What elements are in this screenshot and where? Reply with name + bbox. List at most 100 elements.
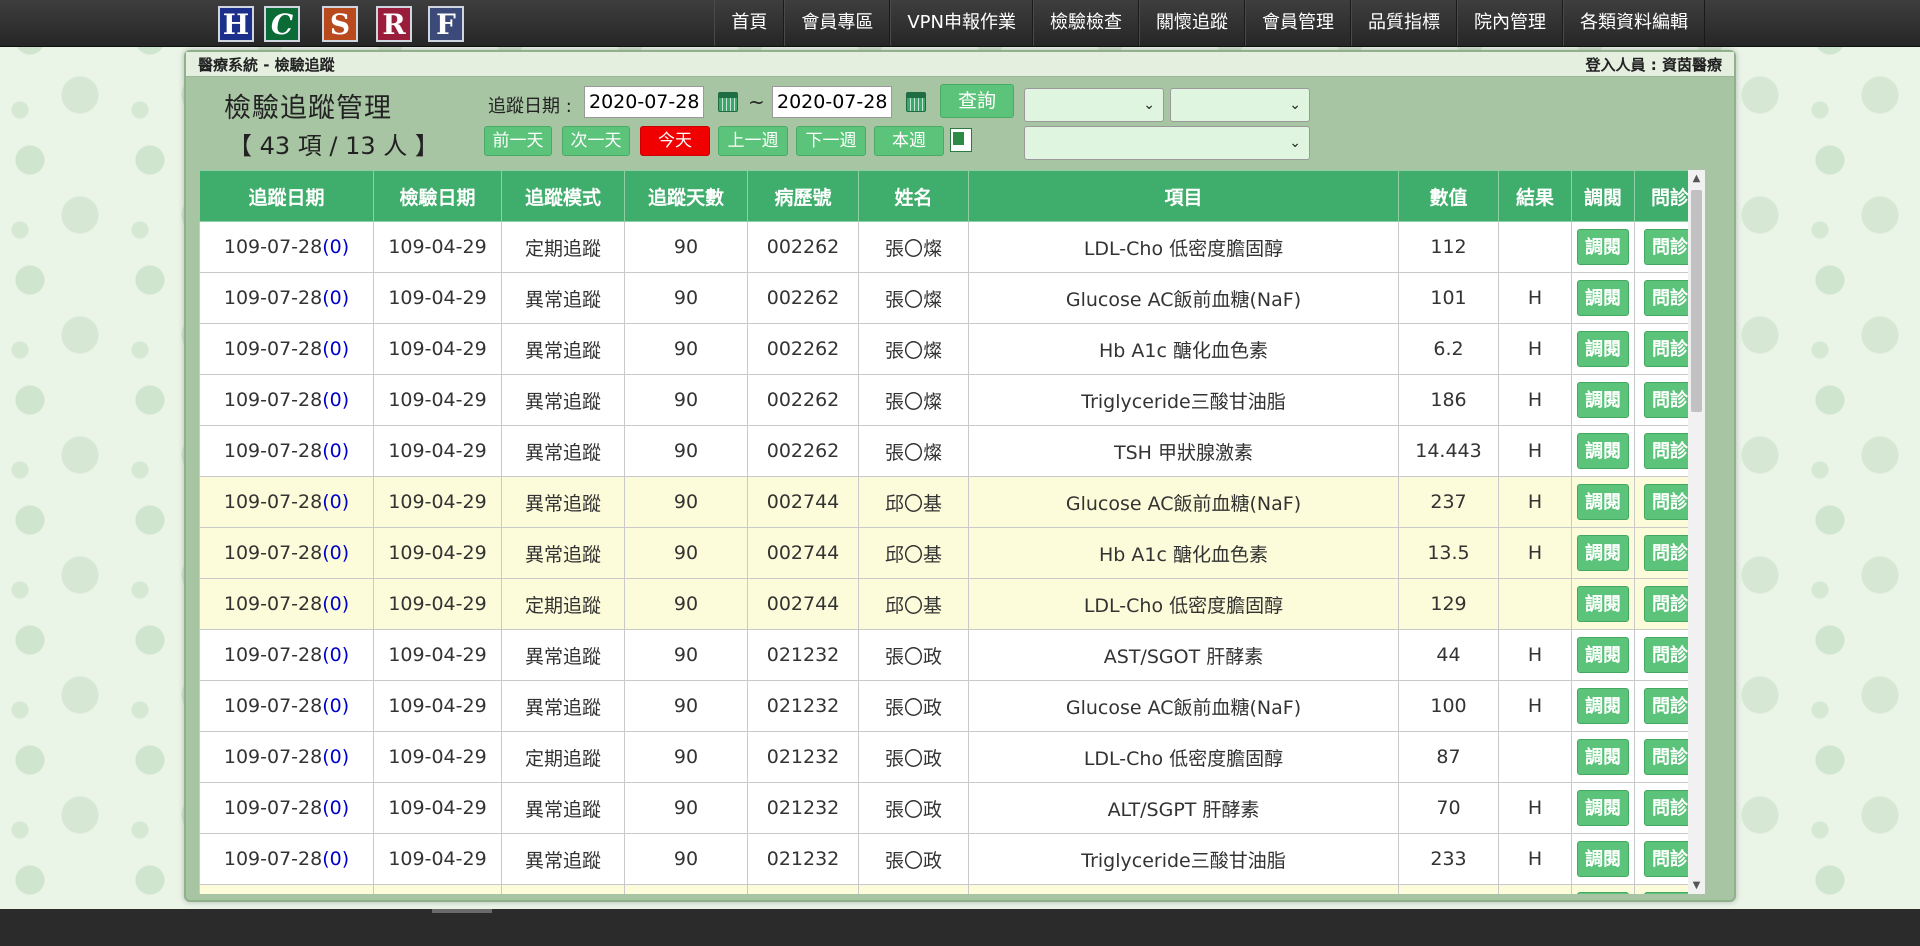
cell-name: 張〇燦	[858, 272, 969, 324]
nav-hospital-management[interactable]: 院內管理	[1457, 0, 1563, 46]
track-count-link[interactable]: (0)	[322, 542, 349, 564]
view-button[interactable]: 調閱	[1577, 586, 1629, 622]
table-row[interactable]: 109-07-28(0) 109-04-29 異常追蹤 90 002744 邱〇基 Hb A…	[199, 527, 1705, 579]
view-button[interactable]: 調閱	[1577, 688, 1629, 724]
excel-export-icon[interactable]	[950, 128, 972, 152]
next-day-button[interactable]: 次一天	[562, 126, 630, 156]
col-item[interactable]: 項目	[968, 170, 1399, 222]
table-row[interactable]: 109-07-28(0) 109-04-29 異常追蹤 90 021232 張〇政 Gluc…	[199, 680, 1705, 732]
logo-c[interactable]: C	[264, 6, 300, 42]
logo-f[interactable]: F	[428, 6, 464, 42]
view-button[interactable]: 調閱	[1577, 739, 1629, 775]
nav-member-area[interactable]: 會員專區	[784, 0, 891, 46]
table-row[interactable]: 109-07-28(0) 109-04-29 異常追蹤 90 021232 張〇政 AST/…	[199, 629, 1705, 681]
start-date-input[interactable]	[584, 86, 704, 118]
nav-care-tracking[interactable]: 關懷追蹤	[1139, 0, 1245, 46]
track-count-link[interactable]: (0)	[322, 797, 349, 819]
table-row[interactable]: 109-07-28(0) 109-04-29 異常追蹤 90 002262 張〇燦 Hb A…	[199, 323, 1705, 375]
cell-name: 張〇政	[858, 782, 969, 834]
col-test-date[interactable]: 檢驗日期	[373, 170, 502, 222]
table-scrollbar[interactable]: ▲ ▼	[1688, 170, 1705, 894]
table-row[interactable]: 109-07-28(0) 109-04-29 異常追蹤 90 002262 張〇燦 Gluc…	[199, 272, 1705, 324]
track-count-link[interactable]: (0)	[322, 593, 349, 615]
view-button[interactable]: 調閱	[1577, 229, 1629, 265]
this-week-button[interactable]: 本週	[874, 126, 944, 156]
nav-vpn-report[interactable]: VPN申報作業	[890, 0, 1033, 46]
logo-h[interactable]: H	[218, 6, 254, 42]
prev-day-button[interactable]: 前一天	[484, 126, 552, 156]
logo-r[interactable]: R	[376, 6, 412, 42]
cell-track-date: 109-07-28(0)	[199, 731, 374, 783]
query-button[interactable]: 查詢	[940, 84, 1014, 118]
end-calendar-icon[interactable]	[906, 92, 926, 112]
table-row[interactable]: 109-07-28(0) 109-04-29 異常追蹤 90 021232 張〇政 ALT/…	[199, 782, 1705, 834]
chevron-down-icon: ⌄	[1289, 135, 1301, 151]
view-button[interactable]: 調閱	[1577, 331, 1629, 367]
table-row[interactable]: 109-07-28(0)109-04-29異常追蹤90021435江〇瑞Trig…	[199, 884, 1705, 894]
track-count-link[interactable]: (0)	[322, 287, 349, 309]
last-week-button[interactable]: 上一週	[718, 126, 788, 156]
track-count-link[interactable]: (0)	[322, 746, 349, 768]
view-button[interactable]: 調閱	[1577, 637, 1629, 673]
track-count-link[interactable]: (0)	[322, 338, 349, 360]
track-count-link[interactable]: (0)	[322, 644, 349, 666]
start-calendar-icon[interactable]	[718, 92, 738, 112]
track-count-link[interactable]: (0)	[322, 848, 349, 870]
nav-member-management[interactable]: 會員管理	[1245, 0, 1351, 46]
col-value[interactable]: 數值	[1398, 170, 1499, 222]
next-week-button[interactable]: 下一週	[796, 126, 866, 156]
cell-test-date: 109-04-29	[373, 578, 502, 630]
view-button[interactable]: 調閱	[1577, 841, 1629, 877]
scroll-thumb[interactable]	[1691, 190, 1702, 412]
table-row[interactable]: 109-07-28(0) 109-04-29 定期追蹤 90 021232 張〇政 LDL-…	[199, 731, 1705, 783]
view-button[interactable]: 調閱	[1577, 433, 1629, 469]
table-row[interactable]: 109-07-28(0) 109-04-29 異常追蹤 90 002262 張〇燦 TSH …	[199, 425, 1705, 477]
view-button[interactable]: 調閱	[1577, 535, 1629, 571]
cell-result: H	[1498, 629, 1572, 681]
cell-track-days: 90	[624, 221, 748, 273]
col-chart-no[interactable]: 病歷號	[747, 170, 859, 222]
table-row[interactable]: 109-07-28(0) 109-04-29 異常追蹤 90 002744 邱〇基 Gluc…	[199, 476, 1705, 528]
cell-name: 張〇燦	[858, 323, 969, 375]
logo-s[interactable]: S	[322, 6, 358, 42]
cell-item: Hb A1c 醣化血色素	[968, 527, 1399, 579]
nav-lab-exam[interactable]: 檢驗檢查	[1033, 0, 1139, 46]
col-name[interactable]: 姓名	[858, 170, 969, 222]
col-track-mode[interactable]: 追蹤模式	[501, 170, 625, 222]
view-button[interactable]: 調閱	[1577, 484, 1629, 520]
cell-name: 張〇政	[858, 731, 969, 783]
view-button[interactable]: 調閱	[1577, 892, 1629, 894]
view-button[interactable]: 調閱	[1577, 790, 1629, 826]
col-result[interactable]: 結果	[1498, 170, 1572, 222]
filter-select-3[interactable]: ⌄	[1024, 126, 1310, 160]
nav-home[interactable]: 首頁	[714, 0, 785, 46]
nav-data-editing[interactable]: 各類資料編輯	[1563, 0, 1705, 46]
col-track-date[interactable]: 追蹤日期	[199, 170, 374, 222]
cell-item: LDL-Cho 低密度膽固醇	[968, 221, 1399, 273]
col-track-days[interactable]: 追蹤天數	[624, 170, 748, 222]
table-row[interactable]: 109-07-28(0) 109-04-29 異常追蹤 90 021232 張〇政 Trig…	[199, 833, 1705, 885]
table-row[interactable]: 109-07-28(0) 109-04-29 定期追蹤 90 002744 邱〇基 LDL-…	[199, 578, 1705, 630]
cell-test-date: 109-04-29	[373, 323, 502, 375]
cell-test-date: 109-04-29	[373, 374, 502, 426]
filter-select-2[interactable]: ⌄	[1170, 88, 1310, 122]
table-row[interactable]: 109-07-28(0) 109-04-29 異常追蹤 90 002262 張〇燦 Trig…	[199, 374, 1705, 426]
cell-value: 179	[1398, 884, 1499, 894]
nav-quality-index[interactable]: 品質指標	[1351, 0, 1457, 46]
cell-track-date: 109-07-28(0)	[199, 272, 374, 324]
end-date-input[interactable]	[772, 86, 892, 118]
scroll-down-icon[interactable]: ▼	[1688, 877, 1705, 894]
track-count-link[interactable]: (0)	[322, 695, 349, 717]
today-button[interactable]: 今天	[640, 126, 710, 156]
scroll-up-icon[interactable]: ▲	[1688, 170, 1705, 187]
table-row[interactable]: 109-07-28(0) 109-04-29 定期追蹤 90 002262 張〇燦 LDL-…	[199, 221, 1705, 273]
track-count-link[interactable]: (0)	[322, 389, 349, 411]
view-button[interactable]: 調閱	[1577, 382, 1629, 418]
track-count-link[interactable]: (0)	[322, 236, 349, 258]
track-count-link[interactable]: (0)	[322, 440, 349, 462]
cell-result	[1498, 221, 1572, 273]
cell-test-date: 109-04-29	[373, 272, 502, 324]
view-button[interactable]: 調閱	[1577, 280, 1629, 316]
filter-select-1[interactable]: ⌄	[1024, 88, 1164, 122]
track-count-link[interactable]: (0)	[322, 491, 349, 513]
